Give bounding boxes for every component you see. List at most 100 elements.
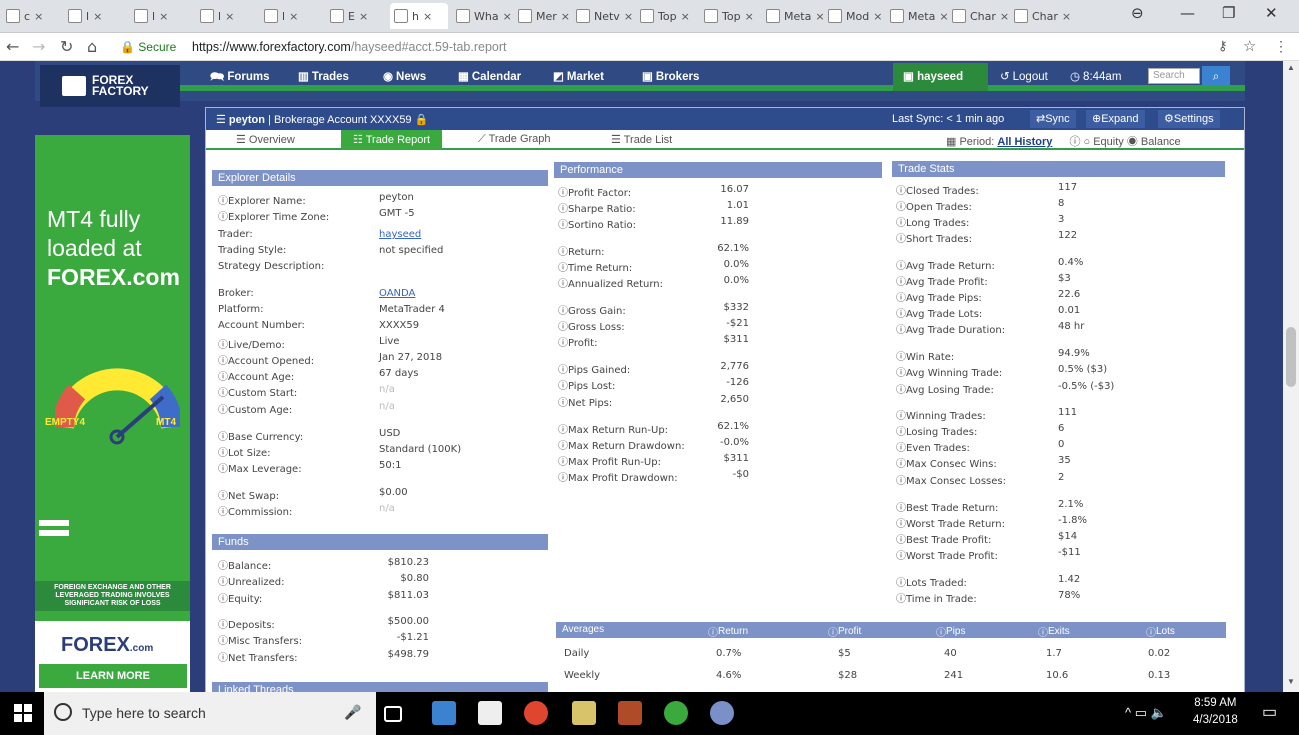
balance-radio[interactable]: ◉ Balance <box>1127 136 1181 148</box>
browser-tab[interactable]: l × <box>196 3 254 29</box>
expand-button[interactable]: ⊕Expand <box>1086 110 1145 128</box>
search-button[interactable]: ⌕ <box>1202 66 1230 86</box>
scroll-up-icon[interactable]: ▲ <box>1287 63 1295 72</box>
period-value[interactable]: All History <box>997 136 1052 148</box>
minimize-button[interactable]: — <box>1180 4 1195 22</box>
close-window-button[interactable]: ✕ <box>1265 4 1278 22</box>
close-tab-icon[interactable]: × <box>681 10 690 23</box>
reload-icon[interactable]: ↻ <box>60 37 73 56</box>
app-icon-4[interactable] <box>710 701 734 725</box>
forex-factory-logo[interactable]: FOREX FACTORY <box>40 65 180 107</box>
browser-tab[interactable]: Meta × <box>886 3 948 29</box>
close-tab-icon[interactable]: × <box>745 10 754 23</box>
stat-link[interactable]: OANDA <box>379 288 415 299</box>
browser-tab[interactable]: Meta × <box>762 3 824 29</box>
close-tab-icon[interactable]: × <box>159 10 168 23</box>
stat-link[interactable]: hayseed <box>379 229 421 240</box>
close-tab-icon[interactable]: × <box>939 10 948 23</box>
tab-overview[interactable]: ☰ Overview <box>236 133 295 146</box>
app-icon-1[interactable] <box>572 701 596 725</box>
home-icon[interactable]: ⌂ <box>87 37 97 56</box>
forward-icon[interactable]: → <box>32 37 45 56</box>
windows-start-icon[interactable] <box>14 704 32 722</box>
tab-trade-list[interactable]: ☰ Trade List <box>611 133 672 146</box>
browser-tab[interactable]: Top × <box>636 3 698 29</box>
close-tab-icon[interactable]: × <box>225 10 234 23</box>
browser-tab[interactable]: Wha × <box>452 3 512 29</box>
secure-label[interactable]: 🔒 Secure <box>120 40 176 54</box>
close-tab-icon[interactable]: × <box>1000 10 1009 23</box>
close-tab-icon[interactable]: × <box>815 10 824 23</box>
battery-icon[interactable]: ▭ <box>1135 705 1147 720</box>
browser-tab[interactable]: l × <box>130 3 192 29</box>
col-exits[interactable]: ⓘ Exits <box>1038 624 1070 639</box>
close-tab-icon[interactable]: × <box>503 10 512 23</box>
site-search-input[interactable]: Search <box>1148 68 1200 84</box>
browser-tab[interactable]: l × <box>260 3 322 29</box>
sync-button[interactable]: ⇄Sync <box>1030 110 1076 128</box>
close-tab-icon[interactable]: × <box>1062 10 1071 23</box>
close-tab-icon[interactable]: × <box>93 10 102 23</box>
task-view-icon[interactable] <box>384 706 402 722</box>
close-tab-icon[interactable]: × <box>359 10 368 23</box>
settings-button[interactable]: ⚙Settings <box>1158 110 1220 128</box>
scroll-thumb[interactable] <box>1286 327 1296 387</box>
key-icon[interactable]: ⚷ <box>1218 38 1228 54</box>
stat-value[interactable]: hayseed <box>379 229 421 240</box>
page-scrollbar[interactable]: ▲ ▼ <box>1283 61 1299 692</box>
learn-more-button[interactable]: LEARN MORE <box>39 664 187 688</box>
col-lots[interactable]: ⓘ Lots <box>1146 624 1175 639</box>
system-tray[interactable]: ^ ▭ 🔈 <box>1125 705 1167 721</box>
bookmark-star-icon[interactable]: ☆ <box>1243 37 1256 55</box>
browser-tab[interactable]: E × <box>326 3 384 29</box>
nav-brokers[interactable]: ▣ Brokers <box>642 69 699 83</box>
browser-tab[interactable]: Char × <box>948 3 1010 29</box>
volume-icon[interactable]: 🔈 <box>1151 705 1167 720</box>
close-tab-icon[interactable]: × <box>423 10 432 23</box>
mail-icon[interactable] <box>478 701 502 725</box>
microphone-icon[interactable]: 🎤 <box>344 704 361 721</box>
browser-tab[interactable]: l × <box>64 3 126 29</box>
app-icon-3[interactable] <box>664 701 688 725</box>
forex-com-ad[interactable]: MT4 fully loaded at FOREX.com EMPTY4 MT4 F… <box>35 135 190 692</box>
browser-tab[interactable]: Mod × <box>824 3 886 29</box>
close-tab-icon[interactable]: × <box>289 10 298 23</box>
browser-menu-icon[interactable]: ⋮ <box>1274 38 1288 55</box>
nav-trades[interactable]: ▥ Trades <box>298 69 349 83</box>
close-tab-icon[interactable]: × <box>561 10 570 23</box>
period-selector[interactable]: ▦ Period: All History ⓘ ○ Equity ◉ Balan… <box>946 133 1181 149</box>
nav-calendar[interactable]: ▦ Calendar <box>458 69 521 83</box>
close-tab-icon[interactable]: × <box>873 10 882 23</box>
browser-tab[interactable]: Char × <box>1010 3 1074 29</box>
col-profit[interactable]: ⓘ Profit <box>828 624 861 639</box>
maximize-button[interactable]: ❐ <box>1222 4 1235 22</box>
file-explorer-icon[interactable] <box>432 701 456 725</box>
tab-trade-graph[interactable]: ⟋ Trade Graph <box>478 133 551 146</box>
col-return[interactable]: ⓘ Return <box>708 624 748 639</box>
notifications-icon[interactable]: ▭ <box>1262 702 1277 722</box>
tab-trade-report[interactable]: ☷ Trade Report <box>341 130 443 150</box>
chrome-icon[interactable] <box>524 701 548 725</box>
stat-value[interactable]: OANDA <box>379 288 415 299</box>
nav-market[interactable]: ◩ Market <box>553 69 604 83</box>
chevron-up-icon[interactable]: ^ <box>1125 705 1131 720</box>
browser-tab[interactable]: h × <box>390 3 448 29</box>
taskbar-clock[interactable]: 8:59 AM 4/3/2018 <box>1193 695 1238 729</box>
browser-tab[interactable]: Top × <box>700 3 760 29</box>
equity-radio[interactable]: ○ Equity <box>1084 136 1124 148</box>
nav-news[interactable]: ◉ News <box>383 69 426 83</box>
scroll-down-icon[interactable]: ▼ <box>1287 677 1295 686</box>
browser-tab[interactable]: Mer × <box>514 3 572 29</box>
profile-icon[interactable]: ⊖ <box>1131 4 1144 22</box>
logout-link[interactable]: ↺ Logout <box>1000 69 1048 83</box>
col-pips[interactable]: ⓘ Pips <box>936 624 965 639</box>
back-icon[interactable]: ← <box>6 37 19 56</box>
browser-tab[interactable]: Netv × <box>572 3 638 29</box>
close-tab-icon[interactable]: × <box>34 10 43 23</box>
app-icon-2[interactable] <box>618 701 642 725</box>
user-menu[interactable]: ▣ hayseed <box>893 63 988 91</box>
nav-forums[interactable]: 🗪 Forums <box>210 69 270 88</box>
close-tab-icon[interactable]: × <box>624 10 633 23</box>
taskbar-search[interactable]: Type here to search 🎤 <box>44 692 376 735</box>
browser-tab[interactable]: c × <box>2 3 60 29</box>
